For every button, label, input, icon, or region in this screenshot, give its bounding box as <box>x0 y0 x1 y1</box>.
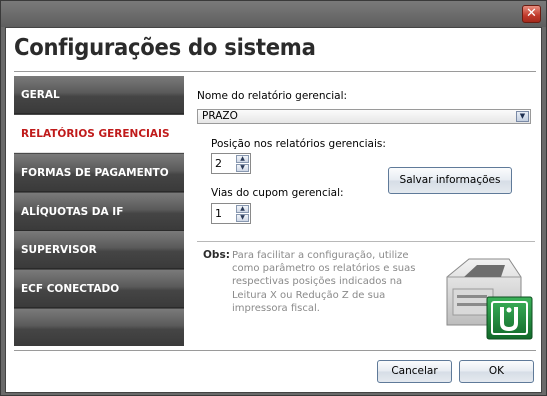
spin-up-icon[interactable]: ▲ <box>236 155 249 163</box>
obs-text: Para facilitar a configuração, utilize c… <box>232 249 432 315</box>
obs-label: Obs: <box>203 249 230 261</box>
spin-down-icon[interactable]: ▼ <box>236 164 249 172</box>
position-label: Posição nos relatórios gerenciais: <box>211 138 386 150</box>
fiscal-printer-icon <box>446 258 533 340</box>
page-title: Configurações do sistema <box>14 35 316 61</box>
position-stepper[interactable]: 2 ▲ ▼ <box>211 153 251 174</box>
sidebar-item-supervisor[interactable]: SUPERVISOR <box>14 231 184 269</box>
report-name-value: PRAZO <box>202 110 238 122</box>
obs-line: Para facilitar a configuração, utilize <box>232 250 409 261</box>
obs-line: Leitura X ou Redução Z de sua <box>232 289 386 301</box>
obs-line: como parâmetro os relatórios e suas <box>232 263 416 275</box>
sidebar-item-relatorios-gerenciais[interactable]: RELATÓRIOS GERENCIAIS <box>14 115 184 153</box>
spin-up-icon[interactable]: ▲ <box>236 205 249 213</box>
copies-label: Vias do cupom gerencial: <box>211 187 344 199</box>
sidebar-item-aliquotas-da-if[interactable]: ALÍQUOTAS DA IF <box>14 193 184 231</box>
report-name-label: Nome do relatório gerencial: <box>197 90 348 102</box>
dialog-content: Configurações do sistema GERAL RELATÓRIO… <box>5 27 542 393</box>
report-name-select[interactable]: PRAZO ▼ <box>197 109 531 124</box>
sidebar: GERAL RELATÓRIOS GERENCIAIS FORMAS DE PA… <box>14 76 184 346</box>
copies-stepper[interactable]: 1 ▲ ▼ <box>211 203 251 224</box>
ok-button[interactable]: OK <box>459 360 534 383</box>
copies-value[interactable]: 1 <box>215 207 222 220</box>
position-value[interactable]: 2 <box>215 157 222 170</box>
obs-line: impressora fiscal. <box>232 302 320 314</box>
cancel-button[interactable]: Cancelar <box>377 360 452 383</box>
chevron-down-icon[interactable]: ▼ <box>516 111 529 122</box>
sidebar-empty-slot <box>14 309 184 346</box>
sidebar-item-formas-de-pagamento[interactable]: FORMAS DE PAGAMENTO <box>14 154 184 192</box>
sidebar-item-geral[interactable]: GERAL <box>14 76 184 114</box>
section-divider <box>197 241 535 242</box>
obs-line: respectivas posições indicados na <box>232 276 403 288</box>
sidebar-item-ecf-conectado[interactable]: ECF CONECTADO <box>14 270 184 308</box>
dialog-window: ✕ Configurações do sistema GERAL RELATÓR… <box>0 0 547 396</box>
title-divider <box>14 71 536 72</box>
footer-divider <box>14 350 536 351</box>
save-info-button[interactable]: Salvar informações <box>388 167 512 194</box>
spin-down-icon[interactable]: ▼ <box>236 214 249 222</box>
close-icon[interactable]: ✕ <box>522 5 541 23</box>
title-bar[interactable]: ✕ <box>1 1 546 27</box>
